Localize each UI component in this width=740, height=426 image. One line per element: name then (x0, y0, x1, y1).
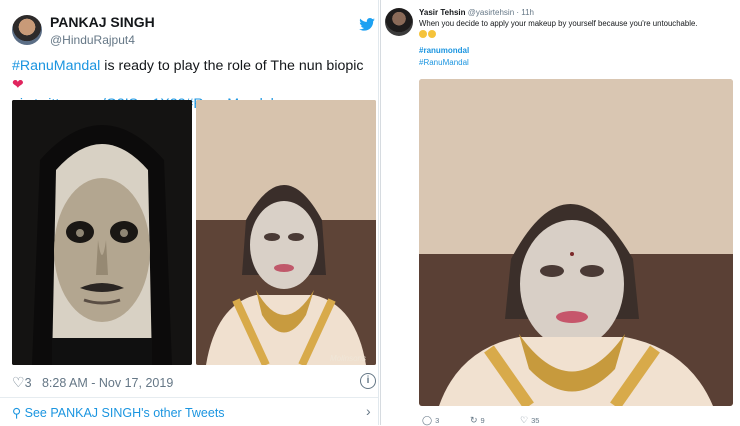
tweet-body-right: When you decide to apply your makeup by … (419, 19, 698, 28)
retweet-count: 9 (480, 416, 485, 425)
laughing-emoji-icon (419, 29, 427, 38)
like-count-right: 35 (531, 416, 540, 425)
reply-action[interactable]: ◯ 3 (422, 415, 439, 426)
author-name[interactable]: PANKAJ SINGH (50, 14, 155, 30)
other-tweets-label: See PANKAJ SINGH's other Tweets (24, 406, 225, 420)
nun-face-illustration (12, 100, 192, 365)
tweet-text-right: When you decide to apply your makeup by … (419, 19, 734, 39)
twitter-bird-icon[interactable] (359, 18, 375, 31)
ranu-photo-right[interactable] (419, 79, 733, 406)
retweet-icon: ↻ (470, 415, 478, 425)
heart-icon: ❤ (12, 77, 24, 93)
author-name-right[interactable]: Yasir Tehsin (419, 8, 466, 17)
divider (0, 397, 378, 398)
ranu-illustration-left (196, 100, 376, 365)
ranu-illustration-right (419, 79, 733, 406)
avatar-right[interactable] (385, 8, 413, 36)
ranu-photo-left[interactable]: Molinsons (196, 100, 376, 365)
tweet-body: is ready to play the role of The nun bio… (100, 58, 364, 74)
like-count: 3 (24, 376, 32, 390)
avatar[interactable] (12, 15, 42, 45)
watermark: Molinsons (329, 354, 366, 363)
like-action[interactable]: ♡ 35 (520, 415, 539, 426)
author-handle[interactable]: @HinduRajput4 (50, 33, 135, 47)
laughing-emoji-icon (428, 29, 436, 38)
reply-count: 3 (435, 416, 440, 425)
reply-icon: ◯ (422, 415, 433, 425)
retweet-action[interactable]: ↻ 9 (470, 415, 485, 426)
timestamp[interactable]: 8:28 AM - Nov 17, 2019 (42, 376, 173, 390)
see-other-tweets-link[interactable]: ⚲ See PANKAJ SINGH's other Tweets (12, 405, 225, 420)
nun-photo[interactable] (12, 100, 192, 365)
like-icon[interactable]: ♡ (12, 374, 25, 390)
info-icon[interactable]: i (360, 373, 376, 389)
hashtag-link[interactable]: #RanuMandal (12, 58, 100, 74)
tweet-meta: ♡3 8:28 AM - Nov 17, 2019 (12, 374, 173, 391)
handle-time[interactable]: @yasirtehsin · 11h (468, 8, 534, 17)
hashtag-link-1[interactable]: #ranumondal (419, 46, 469, 55)
author-line: Yasir Tehsin @yasirtehsin · 11h (419, 8, 534, 17)
search-icon: ⚲ (12, 406, 22, 420)
chevron-right-icon[interactable]: › (366, 403, 371, 419)
like-icon: ♡ (520, 415, 529, 425)
hashtag-link-2[interactable]: #RanuMandal (419, 58, 469, 67)
